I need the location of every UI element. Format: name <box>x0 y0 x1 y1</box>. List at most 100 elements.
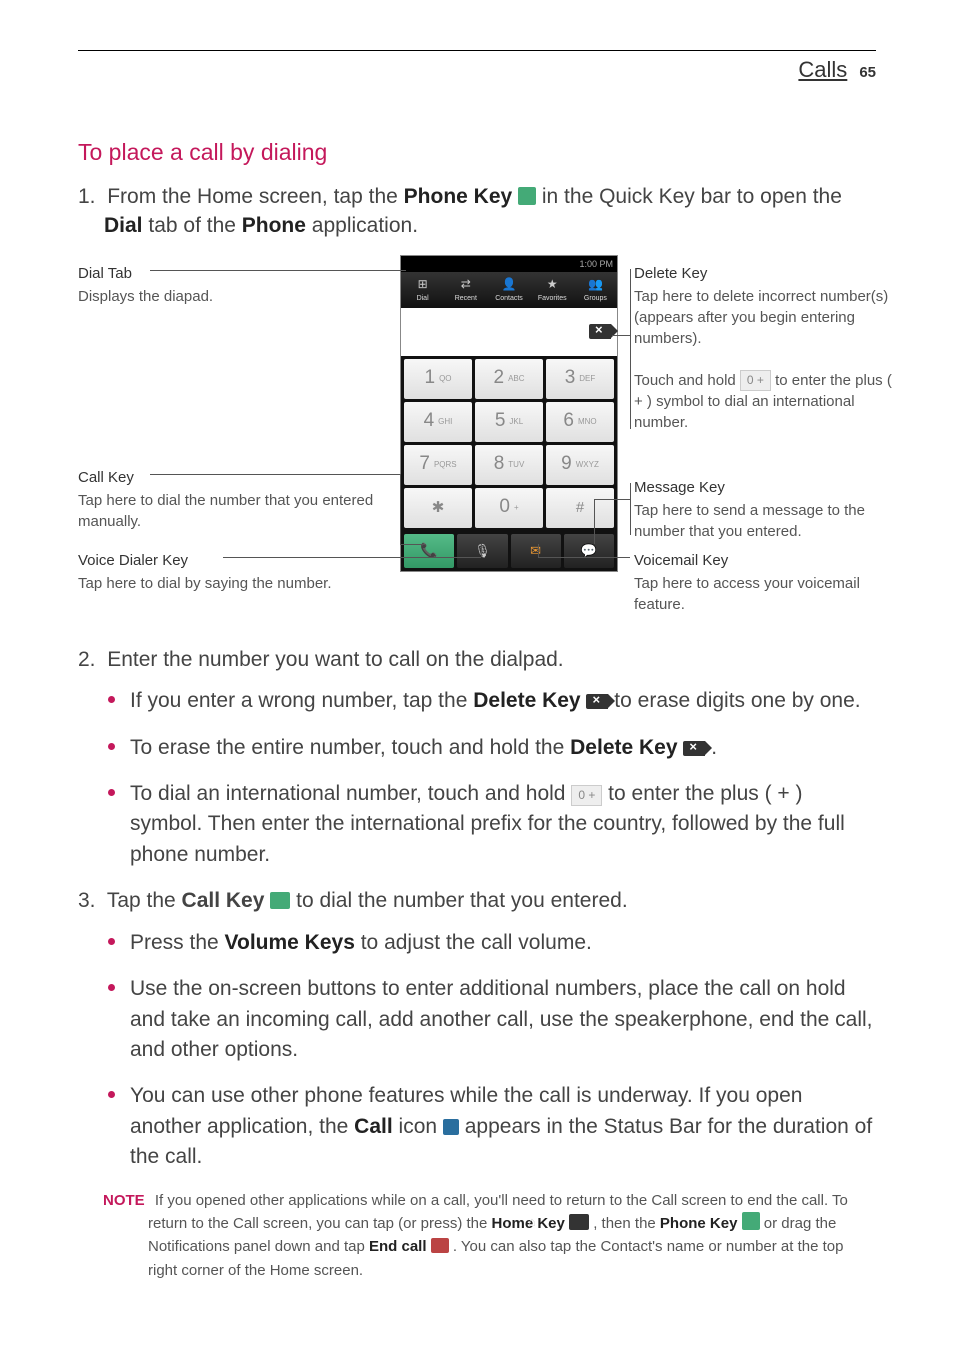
key-4-num: 4 <box>424 408 435 435</box>
step-2-text: Enter the number you want to call on the… <box>107 648 563 671</box>
phone-status-bar: 1:00 PM <box>401 256 617 272</box>
key-9-sub: WXYZ <box>576 459 599 470</box>
leader-call-key-h2 <box>400 544 426 545</box>
key-star[interactable]: ✱ <box>404 488 472 528</box>
annotated-diagram: 1:00 PM ⊞Dial ⇄Recent 👤Contacts ★Favorit… <box>78 255 876 625</box>
delete-key-icon <box>586 694 608 709</box>
phone-action-bar: 📞 🎙 ✉ 💬 <box>401 531 617 571</box>
b3-3c: icon <box>399 1115 443 1138</box>
step-3-bullets: Press the Volume Keys to adjust the call… <box>78 928 876 1173</box>
key-1-num: 1 <box>424 365 435 392</box>
callout-delete-body2a: Touch and hold <box>634 372 740 389</box>
key-2[interactable]: 2ABC <box>475 359 543 399</box>
callout-delete-title: Delete Key <box>634 263 894 284</box>
key-2-num: 2 <box>493 365 504 392</box>
header-rule <box>78 50 876 51</box>
header-page-number: 65 <box>859 62 876 83</box>
tab-favorites[interactable]: ★Favorites <box>531 272 574 308</box>
step-2: 2. Enter the number you want to call on … <box>78 645 876 674</box>
note-t2: , then the <box>593 1215 660 1232</box>
tab-dial-icon: ⊞ <box>418 276 428 293</box>
leader-voice <box>223 557 481 558</box>
key-7[interactable]: 7PQRS <box>404 445 472 485</box>
tab-dial[interactable]: ⊞Dial <box>401 272 444 308</box>
key-5[interactable]: 5JKL <box>475 402 543 442</box>
callout-dial-tab-body: Displays the diapad. <box>78 288 213 305</box>
leader-voicemail-v <box>538 544 539 557</box>
step-3: 3. Tap the Call Key to dial the number t… <box>78 886 876 915</box>
key-0-sub: + <box>514 502 519 513</box>
tab-contacts-label: Contacts <box>495 294 523 304</box>
number-display <box>401 308 617 356</box>
step-3-number: 3. <box>78 889 96 912</box>
step-3-t1: Tap the <box>107 889 182 912</box>
leader-call-key-h <box>150 474 400 475</box>
leader-message-v <box>630 483 631 535</box>
phone-tabs: ⊞Dial ⇄Recent 👤Contacts ★Favorites 👥Grou… <box>401 272 617 308</box>
home-key-icon <box>569 1214 589 1230</box>
header-title: Calls <box>798 55 847 86</box>
callout-call-key-title: Call Key <box>78 467 378 488</box>
key-8[interactable]: 8TUV <box>475 445 543 485</box>
call-key-icon <box>270 892 290 909</box>
leader-voicemail <box>538 557 630 558</box>
key-6-num: 6 <box>563 408 574 435</box>
callout-message-key: Message Key Tap here to send a message t… <box>634 477 894 542</box>
key-0-num: 0 <box>499 494 510 521</box>
callout-call-key-body: Tap here to dial the number that you ent… <box>78 492 373 530</box>
delete-icon[interactable] <box>589 324 611 339</box>
callout-voicemail-key: Voicemail Key Tap here to access your vo… <box>634 550 894 615</box>
tab-contacts[interactable]: 👤Contacts <box>487 272 530 308</box>
key-6-sub: MNO <box>578 416 597 427</box>
tab-dial-label: Dial <box>417 294 429 304</box>
leader-dial-tab <box>150 270 406 271</box>
b2-1a: If you enter a wrong number, tap the <box>130 689 473 712</box>
voicemail-button[interactable]: ✉ <box>511 534 561 568</box>
bullet-onscreen: Use the on-screen buttons to enter addit… <box>130 974 876 1065</box>
callout-call-key: Call Key Tap here to dial the number tha… <box>78 467 378 532</box>
phone-screenshot: 1:00 PM ⊞Dial ⇄Recent 👤Contacts ★Favorit… <box>400 255 618 572</box>
call-button[interactable]: 📞 <box>404 534 454 568</box>
b3-3b: Call <box>354 1115 393 1138</box>
key-3-sub: DEF <box>579 373 595 384</box>
message-button[interactable]: 💬 <box>564 534 614 568</box>
voice-dialer-button[interactable]: 🎙 <box>457 534 507 568</box>
key-4-sub: GHI <box>438 416 452 427</box>
b3-1a: Press the <box>130 931 225 954</box>
callout-message-body: Tap here to send a message to the number… <box>634 502 865 540</box>
tab-favorites-label: Favorites <box>538 294 567 304</box>
callout-dial-tab-title: Dial Tab <box>78 263 378 284</box>
step-1: 1. From the Home screen, tap the Phone K… <box>78 182 876 241</box>
leader-delete-v <box>630 269 631 429</box>
tab-recent[interactable]: ⇄Recent <box>444 272 487 308</box>
key-hash[interactable]: # <box>546 488 614 528</box>
key-hash-sym: # <box>576 497 584 518</box>
key-0[interactable]: 0+ <box>475 488 543 528</box>
step-3-t2: to dial the number that you entered. <box>296 889 628 912</box>
b3-1b: Volume Keys <box>225 931 355 954</box>
key-3[interactable]: 3DEF <box>546 359 614 399</box>
key-1[interactable]: 1QO <box>404 359 472 399</box>
zero-plus-key-icon: 0 + <box>740 370 771 391</box>
call-status-icon <box>443 1119 459 1135</box>
tab-contacts-icon: 👤 <box>502 276 517 293</box>
b3-1c: to adjust the call volume. <box>361 931 592 954</box>
phone-key-icon <box>518 187 536 205</box>
key-5-num: 5 <box>495 408 506 435</box>
tab-recent-label: Recent <box>455 294 477 304</box>
step-3-b1: Call Key <box>182 889 271 912</box>
bullet-wrong-number: If you enter a wrong number, tap the Del… <box>130 686 876 716</box>
bullet-volume: Press the Volume Keys to adjust the call… <box>130 928 876 958</box>
key-4[interactable]: 4GHI <box>404 402 472 442</box>
key-3-num: 3 <box>565 365 576 392</box>
note-b2: Phone Key <box>660 1215 742 1232</box>
b2-3a: To dial an international number, touch a… <box>130 782 571 805</box>
callout-voice-body: Tap here to dial by saying the number. <box>78 575 332 592</box>
key-9[interactable]: 9WXYZ <box>546 445 614 485</box>
callout-delete-body1: Tap here to delete incorrect number(s) (… <box>634 288 888 347</box>
step-1-bold-dial: Dial <box>104 214 143 237</box>
key-6[interactable]: 6 MNO <box>546 402 614 442</box>
bullet-international: To dial an international number, touch a… <box>130 779 876 870</box>
b2-2a: To erase the entire number, touch and ho… <box>130 736 570 759</box>
tab-groups[interactable]: 👥Groups <box>574 272 617 308</box>
